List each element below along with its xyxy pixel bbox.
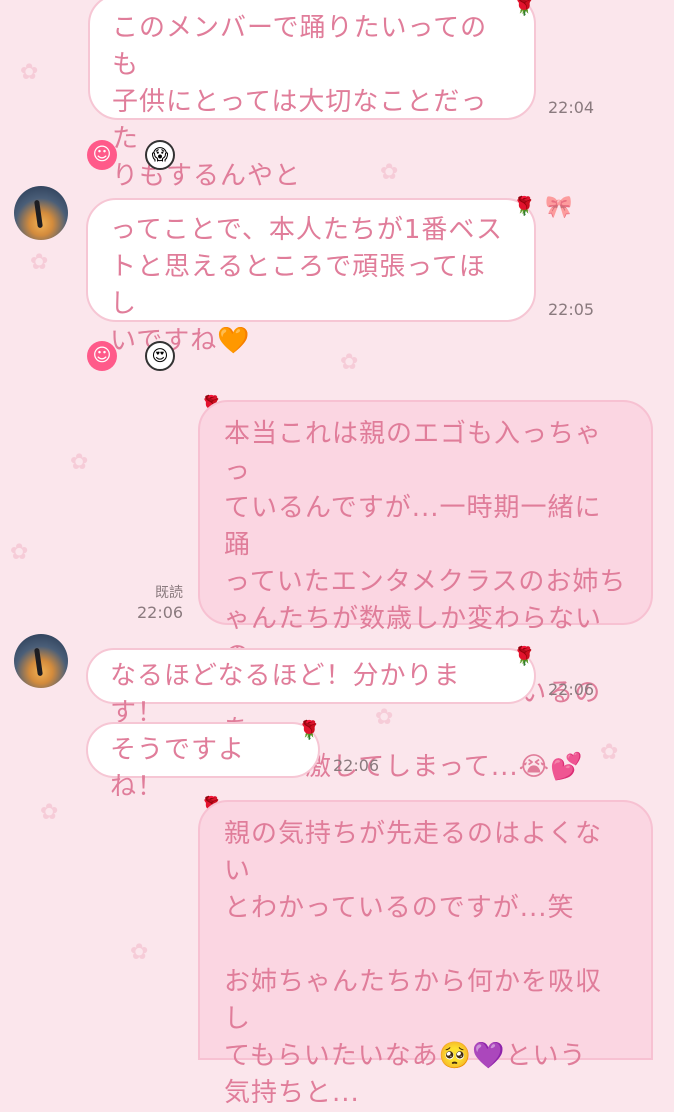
outgoing-message-bubble[interactable]: 親の気持ちが先走るのはよくない とわかっているのですが...笑 お姉ちゃんたちか… bbox=[198, 800, 653, 1108]
rose-icon: 🌹 bbox=[513, 196, 536, 217]
message-timestamp: 22:06 bbox=[333, 756, 380, 775]
read-receipt: 既読 bbox=[155, 585, 183, 601]
rose-icon: 🌹 bbox=[513, 646, 536, 667]
message-timestamp: 22:04 bbox=[548, 98, 595, 117]
rose-icon: 🌹 bbox=[298, 720, 321, 741]
message-timestamp: 22:05 bbox=[548, 300, 595, 319]
incoming-message-bubble[interactable]: ってことで、本人たちが1番ベス トと思えるところで頑張ってほし いですね🧡 bbox=[86, 198, 536, 356]
background-flower-icon: ✿ bbox=[30, 250, 49, 275]
avatar[interactable] bbox=[14, 186, 68, 240]
background-flower-icon: ✿ bbox=[10, 540, 29, 565]
background-flower-icon: ✿ bbox=[130, 940, 149, 965]
add-reaction-icon[interactable]: ☺ bbox=[87, 140, 117, 170]
add-reaction-icon[interactable]: ☺ bbox=[87, 341, 117, 371]
background-flower-icon: ✿ bbox=[340, 350, 359, 375]
message-timestamp: 22:06 bbox=[548, 680, 595, 699]
background-flower-icon: ✿ bbox=[600, 740, 619, 765]
avatar[interactable] bbox=[14, 634, 68, 688]
background-flower-icon: ✿ bbox=[70, 450, 89, 475]
outgoing-message-bubble[interactable]: 本当これは親のエゴも入っちゃっ ているんですが...一時期一緒に踊 っていたエン… bbox=[198, 400, 653, 782]
reaction-stamp-icon[interactable]: 😱 bbox=[145, 140, 175, 170]
background-flower-icon: ✿ bbox=[40, 800, 59, 825]
reaction-stamp-icon[interactable]: 😍 bbox=[145, 341, 175, 371]
rose-icon: 🌹 bbox=[513, 0, 536, 17]
background-flower-icon: ✿ bbox=[20, 60, 39, 85]
incoming-message-bubble[interactable]: なるほどなるほど！分かります！ bbox=[86, 648, 536, 728]
message-timestamp: 22:06 bbox=[137, 603, 184, 622]
incoming-message-bubble[interactable]: このメンバーで踊りたいってのも 子供にとっては大切なことだった りもするんやと bbox=[88, 0, 536, 191]
background-bow-icon: 🎀 bbox=[545, 195, 573, 220]
incoming-message-bubble[interactable]: そうですよね！ bbox=[86, 722, 320, 802]
background-flower-icon: ✿ bbox=[380, 160, 399, 185]
